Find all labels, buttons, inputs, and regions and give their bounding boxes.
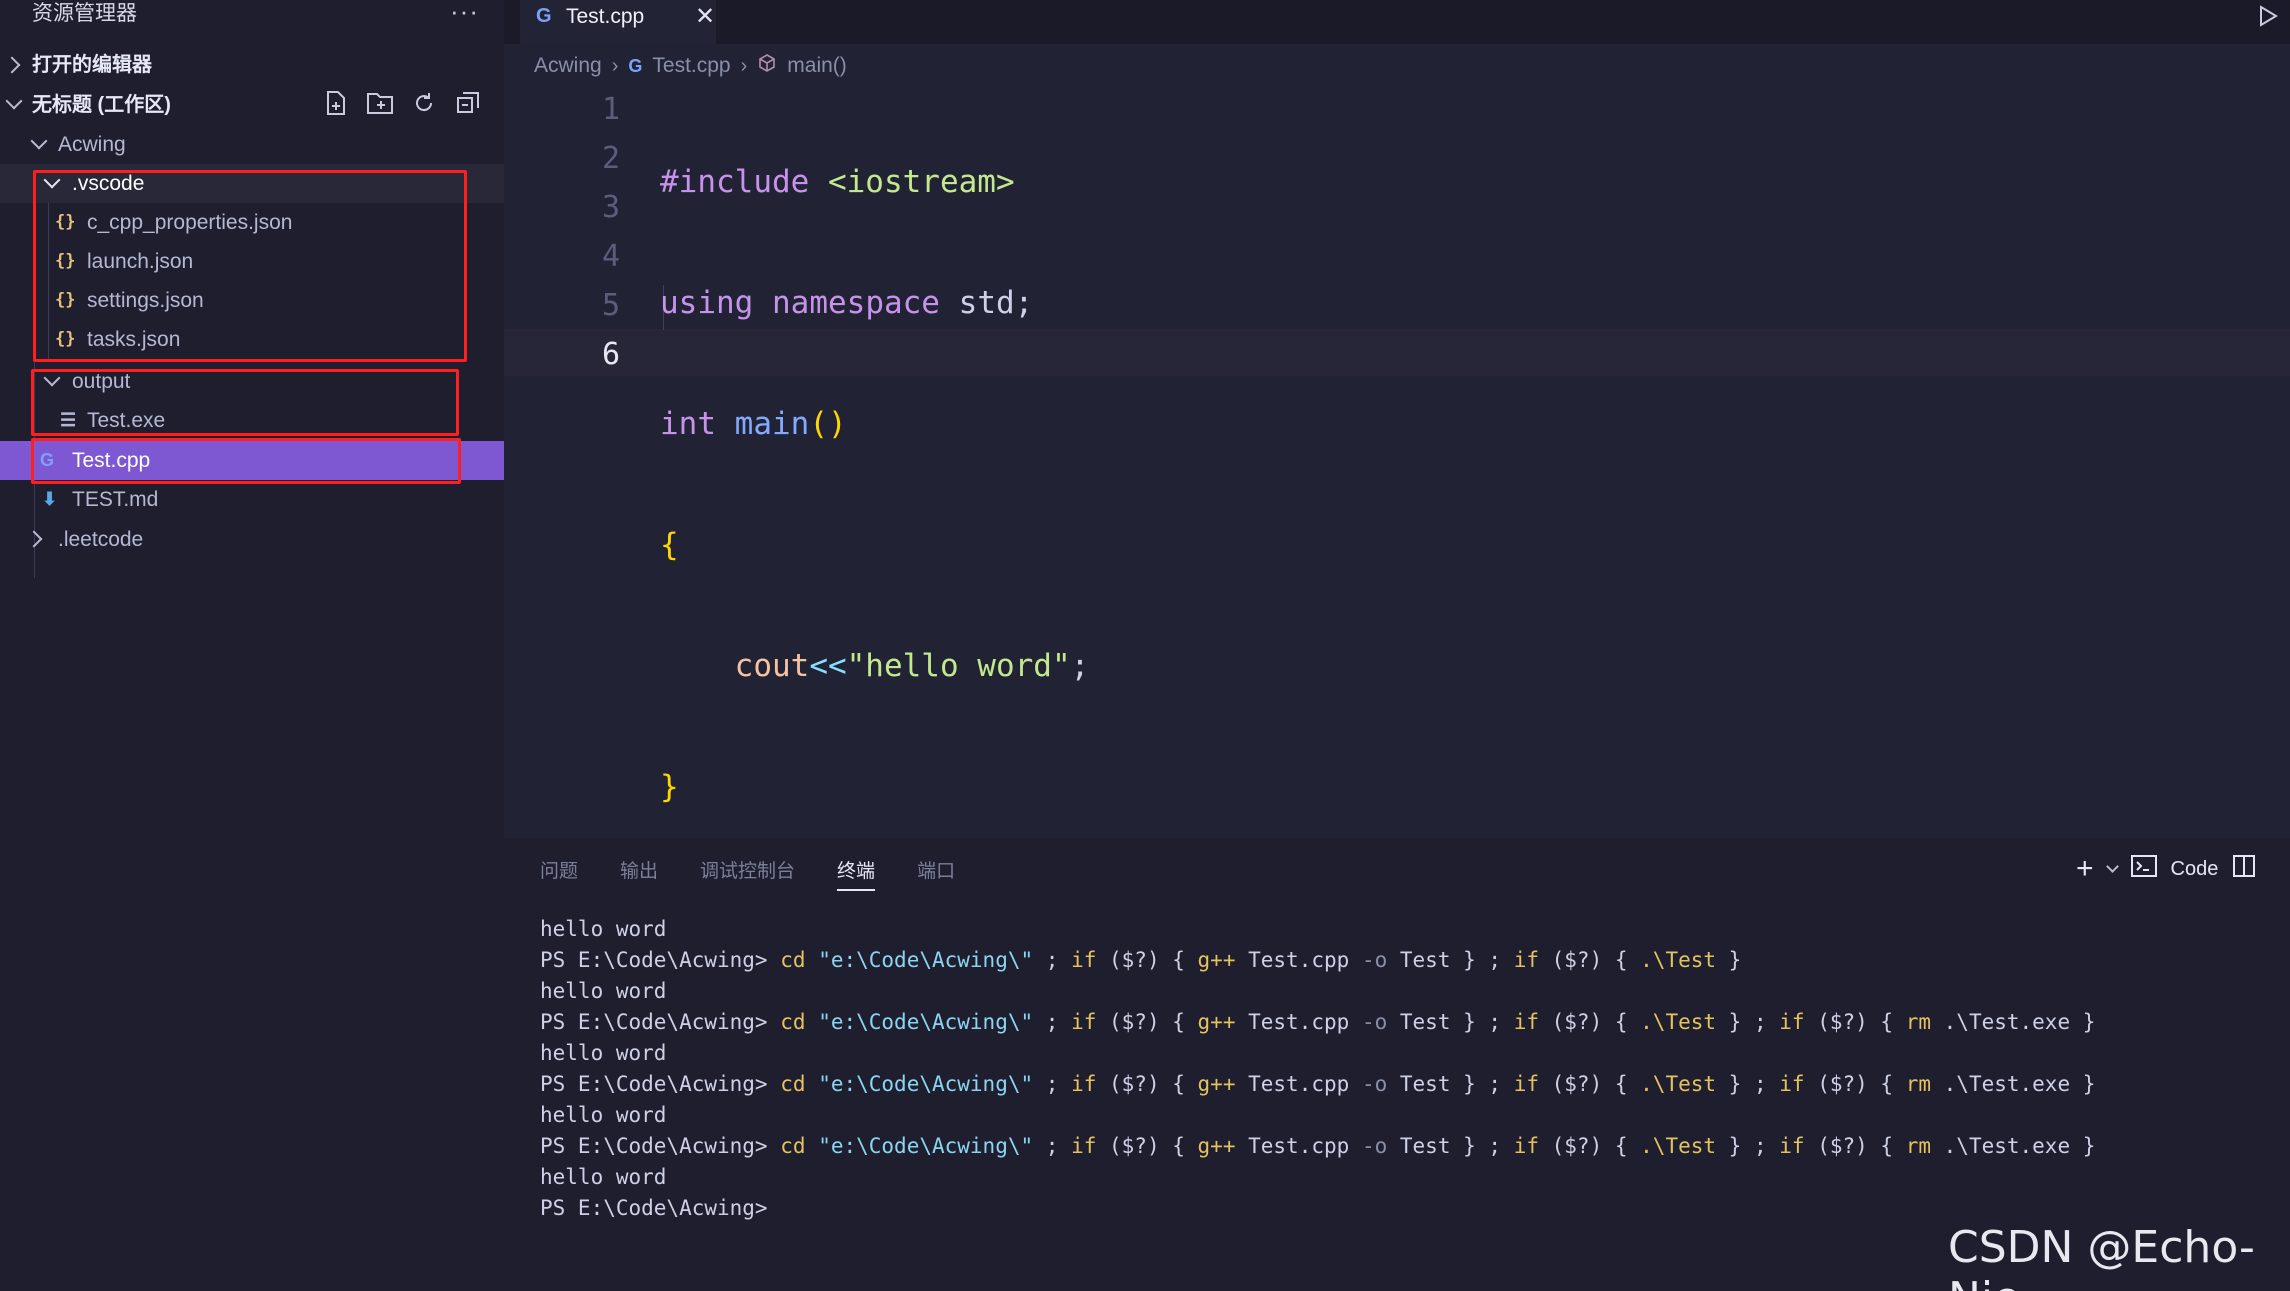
terminal-profile-label[interactable]: Code	[2171, 858, 2219, 881]
chevron-right-icon	[3, 56, 21, 74]
refresh-icon[interactable]	[408, 88, 440, 118]
folder-leetcode[interactable]: .leetcode	[0, 520, 504, 559]
folder-label: .leetcode	[58, 528, 144, 551]
explorer-title: 资源管理器	[32, 2, 137, 25]
panel-tabs: 问题 输出 调试控制台 终端 端口	[540, 856, 955, 891]
terminal-line: hello word	[540, 917, 667, 941]
code-line: int main()	[660, 406, 847, 442]
code-line: }	[660, 769, 679, 805]
more-actions-icon[interactable]: ···	[450, 0, 479, 27]
chevron-right-icon: ›	[740, 54, 748, 77]
split-terminal-icon[interactable]	[2232, 854, 2256, 884]
terminal-output[interactable]: hello word PS E:\Code\Acwing> cd "e:\Code…	[540, 914, 2095, 1224]
collapse-all-icon[interactable]	[452, 88, 484, 118]
markdown-file-icon: ⬇	[42, 489, 58, 509]
code-editor[interactable]: #include <iostream> using namespace std;…	[660, 88, 1089, 886]
highlight-box-vscode	[33, 170, 467, 362]
code-line: {	[660, 527, 679, 563]
watermark: CSDN @Echo-Nie	[1948, 1222, 2255, 1291]
chevron-down-icon[interactable]	[2105, 859, 2119, 873]
chevron-down-icon	[5, 92, 23, 110]
chevron-down-icon	[30, 132, 48, 150]
tab-output[interactable]: 输出	[620, 856, 658, 891]
open-editors-section[interactable]: 打开的编辑器	[0, 46, 504, 84]
line-number: 1	[601, 92, 620, 127]
breadcrumb-item[interactable]: main()	[787, 54, 847, 78]
line-number-gutter: 1 2 3 4 5 6	[560, 88, 620, 382]
new-file-icon[interactable]	[320, 88, 352, 118]
panel-actions: + Code	[2076, 852, 2256, 886]
tab-problems[interactable]: 问题	[540, 856, 578, 891]
line-number: 2	[601, 141, 620, 176]
highlight-box-output	[31, 369, 459, 436]
new-folder-icon[interactable]	[364, 88, 396, 118]
symbol-method-icon	[757, 53, 777, 79]
tab-debug-console[interactable]: 调试控制台	[700, 856, 795, 891]
workspace-label: 无标题 (工作区)	[32, 94, 171, 116]
cpp-file-icon: G	[536, 5, 552, 27]
run-icon[interactable]	[2256, 4, 2280, 28]
vscode-window: 资源管理器 ··· 打开的编辑器 无标题 (工作区) Acwing .vscod…	[0, 0, 2290, 1291]
terminal-line: PS E:\Code\Acwing> cd "e:\Code\Acwing\" …	[540, 1072, 2096, 1096]
highlight-box-test-cpp	[31, 438, 461, 484]
breadcrumb-item[interactable]: Acwing	[534, 54, 602, 78]
terminal-line: PS E:\Code\Acwing>	[540, 1196, 768, 1220]
terminal-line: hello word	[540, 979, 667, 1003]
tab-test-cpp[interactable]: G Test.cpp ✕	[520, 0, 716, 44]
chevron-right-icon: ›	[611, 54, 619, 77]
explorer-sidebar: 资源管理器 ··· 打开的编辑器 无标题 (工作区) Acwing .vscod…	[0, 0, 504, 1291]
cpp-file-icon: G	[628, 55, 643, 76]
terminal-line: PS E:\Code\Acwing> cd "e:\Code\Acwing\" …	[540, 948, 1742, 972]
open-editors-label: 打开的编辑器	[32, 54, 152, 76]
terminal-line: hello word	[540, 1041, 667, 1065]
terminal-icon	[2130, 854, 2157, 884]
chevron-right-icon	[25, 530, 43, 548]
file-test-md[interactable]: ⬇ TEST.md	[0, 480, 504, 519]
tab-ports[interactable]: 端口	[917, 856, 955, 891]
add-terminal-icon[interactable]: +	[2076, 852, 2094, 886]
file-label: TEST.md	[72, 488, 159, 511]
line-number: 5	[601, 288, 620, 323]
terminal-line: hello word	[540, 1103, 667, 1127]
terminal-line: hello word	[540, 1165, 667, 1189]
folder-label: Acwing	[58, 133, 126, 156]
editor-tab-bar: G Test.cpp ✕	[504, 0, 2290, 44]
folder-acwing[interactable]: Acwing	[0, 125, 504, 164]
tab-label: Test.cpp	[566, 5, 645, 28]
breadcrumb-item[interactable]: Test.cpp	[652, 54, 730, 78]
code-line: #include <iostream>	[660, 164, 1015, 200]
code-line: using namespace std;	[660, 285, 1034, 321]
line-number-current: 6	[601, 337, 620, 372]
terminal-line: PS E:\Code\Acwing> cd "e:\Code\Acwing\" …	[540, 1010, 2096, 1034]
close-icon[interactable]: ✕	[695, 2, 715, 31]
code-line: cout<<"hello word";	[734, 648, 1090, 684]
line-number: 4	[601, 239, 620, 274]
tab-terminal[interactable]: 终端	[837, 856, 876, 891]
terminal-line: PS E:\Code\Acwing> cd "e:\Code\Acwing\" …	[540, 1134, 2096, 1158]
workspace-actions	[320, 88, 484, 118]
breadcrumb: Acwing › G Test.cpp › main()	[534, 50, 847, 82]
line-number: 3	[601, 190, 620, 225]
